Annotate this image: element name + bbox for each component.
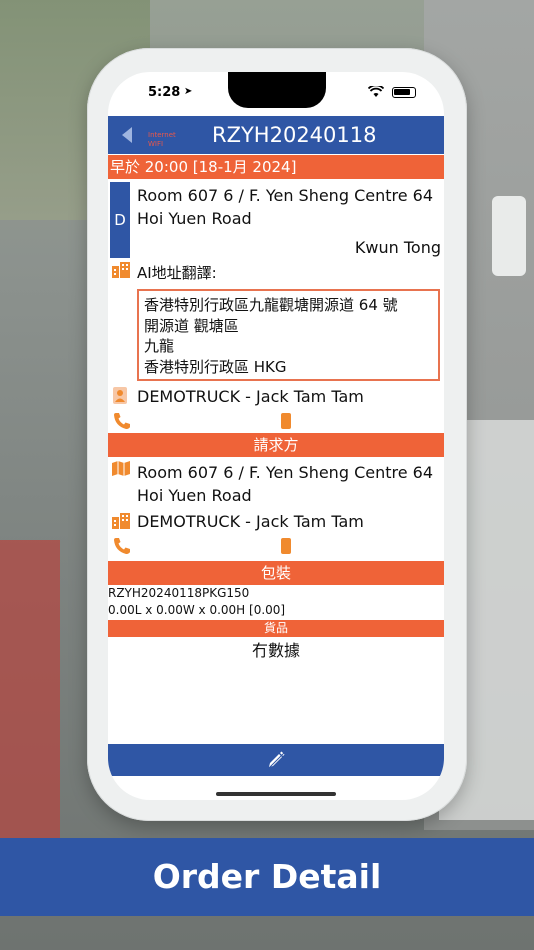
phone-icon[interactable] (113, 412, 131, 430)
bottom-toolbar (108, 744, 444, 776)
delivery-address[interactable]: Room 607 6 / F. Yen Sheng Centre 64 Hoi … (137, 184, 442, 230)
delivery-badge: D (110, 182, 130, 258)
mobile-phone-icon[interactable] (281, 413, 291, 429)
back-arrow-icon[interactable] (122, 127, 132, 143)
ai-translation-line: 香港特別行政區 HKG (144, 357, 287, 376)
network-status: Internet WIFI (148, 131, 176, 149)
order-number-title: RZYH20240118 (212, 123, 377, 147)
ai-translation-line: 開源道 觀塘區 (144, 316, 239, 335)
goods-header: 貨品 (108, 620, 444, 637)
delivery-contact: DEMOTRUCK - Jack Tam Tam (137, 387, 364, 406)
goods-empty-text: 冇數據 (251, 641, 300, 660)
ai-translation-label: AI地址翻譯: (137, 264, 217, 282)
app-header: Internet WIFI RZYH20240118 (108, 116, 444, 154)
package-id: RZYH20240118PKG150 (108, 586, 250, 600)
delivery-district: Kwun Tong (354, 238, 441, 257)
background-van (492, 196, 526, 276)
requester-address[interactable]: Room 607 6 / F. Yen Sheng Centre 64 Hoi … (137, 461, 442, 507)
requester-header: 請求方 (108, 433, 444, 457)
phone-notch (228, 72, 326, 108)
phone-screen: 5:28 ➤ Internet WIFI RZYH20240118 早於 20:… (108, 72, 444, 800)
ai-translation-box: 香港特別行政區九龍觀塘開源道 64 號 開源道 觀塘區 九龍 香港特別行政區 H… (137, 289, 440, 381)
person-icon (113, 387, 127, 404)
ai-translation-line: 九龍 (144, 337, 175, 355)
phone-icon[interactable] (113, 537, 131, 555)
map-icon (112, 461, 130, 476)
background-truck-cab (0, 540, 60, 840)
status-time: 5:28 (148, 85, 181, 100)
network-status-line2: WIFI (148, 140, 164, 148)
ai-translation-line: 香港特別行政區九龍觀塘開源道 64 號 (144, 296, 398, 314)
requester-contact: DEMOTRUCK - Jack Tam Tam (137, 512, 364, 531)
wifi-icon (368, 86, 384, 97)
building-icon (112, 262, 130, 278)
battery-icon (392, 87, 416, 98)
home-indicator (216, 792, 336, 796)
packaging-header: 包裝 (108, 561, 444, 585)
package-dimensions: 0.00L x 0.00W x 0.00H [0.00] (108, 603, 286, 617)
edit-pencil-icon[interactable] (266, 750, 286, 770)
network-status-line1: Internet (148, 131, 176, 139)
delivery-time-bar: 早於 20:00 [18-1月 2024] (108, 155, 444, 179)
mobile-phone-icon[interactable] (281, 538, 291, 554)
location-arrow-icon: ➤ (184, 86, 193, 97)
caption-banner: Order Detail (0, 838, 534, 916)
building-icon (112, 513, 130, 529)
